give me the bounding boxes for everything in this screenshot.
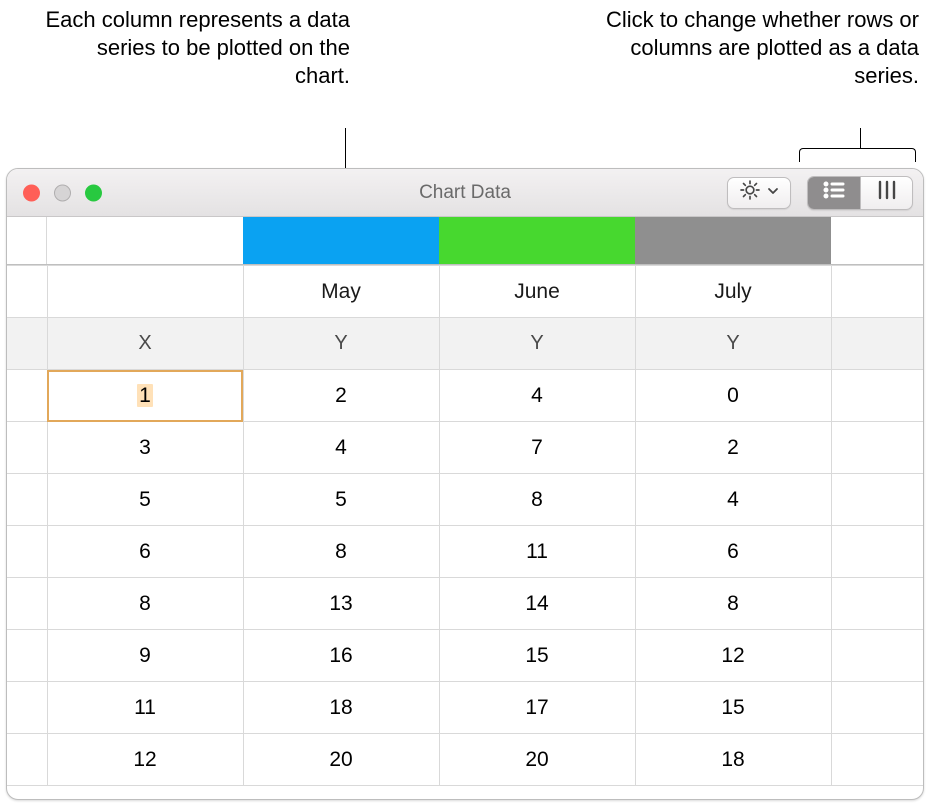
callout-bracket (799, 148, 916, 162)
table-row: 6 8 11 6 (7, 526, 924, 578)
color-strip-pad (831, 217, 924, 264)
row-gutter (7, 682, 47, 734)
series-color-strip (7, 217, 923, 265)
data-cell-x[interactable]: 8 (47, 578, 243, 630)
series-header-row: May June July (7, 266, 924, 318)
series-color-july[interactable] (635, 217, 831, 264)
data-cell[interactable]: 14 (439, 578, 635, 630)
data-cell[interactable]: 0 (635, 370, 831, 422)
data-cell[interactable]: 2 (243, 370, 439, 422)
row-gutter (7, 474, 47, 526)
series-header-june[interactable]: June (439, 266, 635, 318)
row-gutter (7, 266, 47, 318)
series-header-may[interactable]: May (243, 266, 439, 318)
row-pad (831, 578, 924, 630)
color-strip-gutter (7, 217, 47, 264)
callout-bracket-stem (860, 128, 861, 148)
data-cell[interactable]: 20 (243, 734, 439, 786)
data-cell[interactable]: 5 (243, 474, 439, 526)
rows-icon (821, 180, 847, 205)
gear-icon (739, 179, 761, 206)
axis-label-row: X Y Y Y (7, 318, 924, 370)
row-pad (831, 526, 924, 578)
data-cell[interactable]: 15 (439, 630, 635, 682)
x-header-blank[interactable] (47, 266, 243, 318)
callout-plot-orientation: Click to change whether rows or columns … (599, 6, 919, 90)
data-cell[interactable]: 2 (635, 422, 831, 474)
chart-data-table: May June July X Y Y Y 1 2 (7, 265, 924, 786)
data-cell[interactable]: 12 (635, 630, 831, 682)
chevron-down-icon (767, 184, 779, 202)
data-cell[interactable]: 4 (243, 422, 439, 474)
series-header-july[interactable]: July (635, 266, 831, 318)
axis-pad (831, 318, 924, 370)
row-gutter (7, 370, 47, 422)
data-cell[interactable]: 11 (439, 526, 635, 578)
close-button[interactable] (23, 184, 40, 201)
data-cell[interactable]: 8 (635, 578, 831, 630)
table-row: 8 13 14 8 (7, 578, 924, 630)
axis-label-y2[interactable]: Y (439, 318, 635, 370)
row-gutter (7, 630, 47, 682)
plot-orientation-segmented-control (807, 176, 913, 210)
data-cell[interactable]: 13 (243, 578, 439, 630)
data-cell-x[interactable]: 5 (47, 474, 243, 526)
table-row: 11 18 17 15 (7, 682, 924, 734)
data-cell[interactable]: 8 (243, 526, 439, 578)
axis-label-y3[interactable]: Y (635, 318, 831, 370)
data-cell[interactable]: 8 (439, 474, 635, 526)
row-gutter (7, 578, 47, 630)
plot-rows-button[interactable] (808, 177, 860, 209)
table-row: 12 20 20 18 (7, 734, 924, 786)
row-gutter (7, 318, 47, 370)
zoom-button[interactable] (85, 184, 102, 201)
data-cell-x[interactable]: 9 (47, 630, 243, 682)
callout-series-columns: Each column represents a data series to … (40, 6, 350, 90)
data-cell-x[interactable]: 1 (47, 370, 243, 422)
data-cell[interactable]: 15 (635, 682, 831, 734)
data-cell[interactable]: 20 (439, 734, 635, 786)
data-cell[interactable]: 4 (439, 370, 635, 422)
plot-columns-button[interactable] (860, 177, 912, 209)
row-pad (831, 370, 924, 422)
data-cell-x[interactable]: 6 (47, 526, 243, 578)
data-cell-x[interactable]: 3 (47, 422, 243, 474)
table-row: 9 16 15 12 (7, 630, 924, 682)
data-cell-x[interactable]: 12 (47, 734, 243, 786)
data-cell[interactable]: 17 (439, 682, 635, 734)
data-cell[interactable]: 7 (439, 422, 635, 474)
window-titlebar: Chart Data (7, 169, 923, 217)
row-pad (831, 422, 924, 474)
window-traffic-lights (23, 184, 102, 201)
table-row: 3 4 7 2 (7, 422, 924, 474)
data-cell[interactable]: 4 (635, 474, 831, 526)
row-pad (831, 682, 924, 734)
series-color-june[interactable] (439, 217, 635, 264)
header-pad (831, 266, 924, 318)
data-cell[interactable]: 16 (243, 630, 439, 682)
row-pad (831, 474, 924, 526)
table-row: 1 2 4 0 (7, 370, 924, 422)
row-gutter (7, 526, 47, 578)
data-cell[interactable]: 6 (635, 526, 831, 578)
chart-data-window: Chart Data (6, 168, 924, 800)
minimize-button[interactable] (54, 184, 71, 201)
columns-icon (875, 179, 899, 206)
row-gutter (7, 422, 47, 474)
row-pad (831, 734, 924, 786)
row-pad (831, 630, 924, 682)
axis-label-x[interactable]: X (47, 318, 243, 370)
data-cell[interactable]: 18 (243, 682, 439, 734)
data-cell[interactable]: 18 (635, 734, 831, 786)
row-gutter (7, 734, 47, 786)
series-color-may[interactable] (243, 217, 439, 264)
data-cell-x[interactable]: 11 (47, 682, 243, 734)
axis-label-y1[interactable]: Y (243, 318, 439, 370)
table-row: 5 5 8 4 (7, 474, 924, 526)
settings-popup-button[interactable] (727, 177, 791, 209)
color-strip-x-blank (47, 217, 243, 264)
